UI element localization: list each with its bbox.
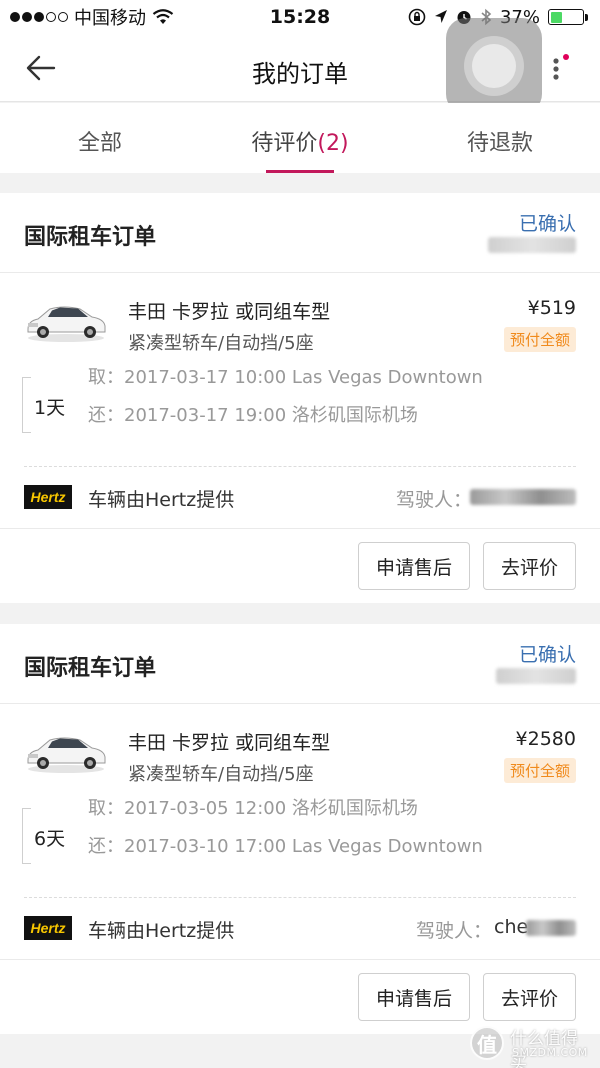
tab-pending-review[interactable]: 待评价(2) [200,103,400,173]
car-model: 丰田 卡罗拉 或同组车型 [128,301,331,323]
order-card[interactable]: 国际租车订单 已确认 丰田 卡罗拉 或同组车型 紧凑型轿车/自动挡/5座 ¥25… [0,624,600,1034]
car-image [27,306,106,342]
order-status: 已确认 [518,644,576,666]
order-status: 已确认 [518,213,576,235]
driver-label: 驾驶人： [416,920,493,942]
rental-days: 1天 [32,393,68,420]
tab-label: 全部 [77,131,122,156]
return-label: 还： [88,405,124,426]
car-section: 丰田 卡罗拉 或同组车型 紧凑型轿车/自动挡/5座 ¥519 预付全额 1天 取… [0,273,600,467]
pickup-info: 2017-03-05 12:00 洛杉矶国际机场 [124,798,418,819]
return-info: 2017-03-10 17:00 Las Vegas Downtown [124,836,483,857]
return-info: 2017-03-17 19:00 洛杉矶国际机场 [124,405,418,426]
after-sale-button[interactable]: 申请售后 [358,973,470,1021]
card-header: 国际租车订单 已确认 [0,193,600,273]
smzdm-watermark: 值 什么值得买 SMZDM.COM [470,1022,594,1068]
prepay-badge: 预付全额 [503,758,576,783]
pickup-label: 取： [88,367,124,388]
car-spec: 紧凑型轿车/自动挡/5座 [128,764,314,785]
watermark-logo-icon: 值 [470,1026,504,1060]
order-number-redacted [496,668,576,684]
provider-text: 车辆由Hertz提供 [88,489,235,511]
actions-row: 申请售后 去评价 [0,529,600,603]
tab-pending-refund[interactable]: 待退款 [400,103,600,173]
assistive-touch-button[interactable] [446,18,542,114]
return-label: 还： [88,836,124,857]
provider-row: Hertz 车辆由Hertz提供 驾驶人： che [0,898,600,960]
driver-name-redacted [526,920,576,936]
return-line: 还：2017-03-10 17:00 Las Vegas Downtown [88,832,483,858]
rental-duration: 1天 [22,377,68,433]
battery-icon [548,9,588,25]
more-vertical-icon[interactable] [549,52,573,86]
tab-count: (2) [317,131,349,156]
order-price: ¥2580 [515,728,576,750]
order-type-title: 国际租车订单 [24,656,157,681]
pickup-info: 2017-03-17 10:00 Las Vegas Downtown [124,367,483,388]
pickup-label: 取： [88,798,124,819]
review-button[interactable]: 去评价 [483,542,576,590]
review-button[interactable]: 去评价 [483,973,576,1021]
driver-name-partial: che [494,916,529,938]
carrier-name: 中国移动 [74,8,146,29]
order-type-title: 国际租车订单 [24,225,157,250]
car-section: 丰田 卡罗拉 或同组车型 紧凑型轿车/自动挡/5座 ¥2580 预付全额 6天 … [0,704,600,898]
car-image [27,737,106,773]
pickup-line: 取：2017-03-17 10:00 Las Vegas Downtown [88,363,483,389]
car-spec: 紧凑型轿车/自动挡/5座 [128,333,314,354]
signal-dots-icon [10,12,68,22]
provider-row: Hertz 车辆由Hertz提供 驾驶人： [0,467,600,529]
tab-label: 待退款 [466,131,533,156]
pickup-line: 取：2017-03-05 12:00 洛杉矶国际机场 [88,794,418,820]
rental-days: 6天 [32,824,68,851]
order-price: ¥519 [527,297,576,319]
prepay-badge: 预付全额 [503,327,576,352]
orientation-lock-icon [408,8,426,26]
tab-all[interactable]: 全部 [0,103,200,173]
card-header: 国际租车订单 已确认 [0,624,600,704]
nav-bar: 我的订单 [0,18,600,114]
order-number-redacted [488,237,576,253]
rental-duration: 6天 [22,808,68,864]
driver-name-redacted [470,489,576,505]
order-tabs: 全部 待评价(2) 待退款 [0,103,600,173]
active-tab-indicator [266,170,334,173]
watermark-subtext: SMZDM.COM [512,1046,588,1059]
hertz-logo: Hertz [24,916,72,940]
status-left: 中国移动 [10,4,174,30]
provider-text: 车辆由Hertz提供 [88,920,235,942]
driver-label: 驾驶人： [396,489,473,511]
return-line: 还：2017-03-17 19:00 洛杉矶国际机场 [88,401,418,427]
location-arrow-icon [434,10,447,23]
arrow-left-icon[interactable] [24,51,58,85]
wifi-icon [152,9,174,24]
car-model: 丰田 卡罗拉 或同组车型 [128,732,331,754]
after-sale-button[interactable]: 申请售后 [358,542,470,590]
tab-label: 待评价 [251,131,318,156]
order-card[interactable]: 国际租车订单 已确认 丰田 卡罗拉 或同组车型 紧凑型轿车/自动挡/5座 ¥51… [0,193,600,603]
hertz-logo: Hertz [24,485,72,509]
